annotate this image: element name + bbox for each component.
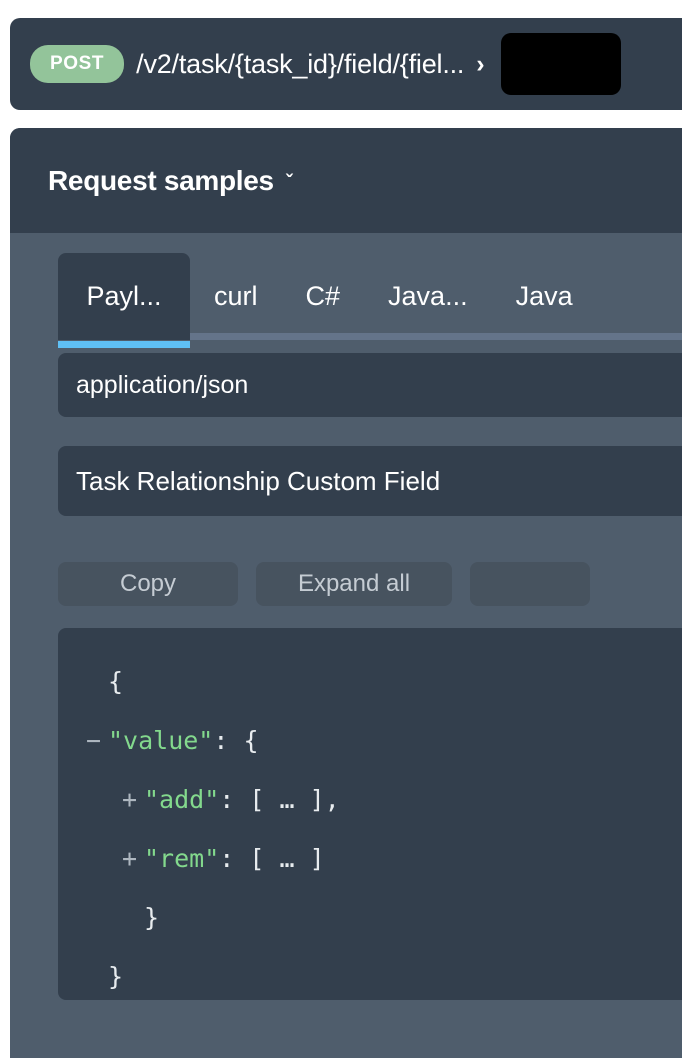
content-type-value: application/json [76, 370, 249, 399]
tab-label: Java... [388, 281, 468, 311]
tab-java[interactable]: Java [492, 253, 597, 340]
code-text: } [144, 903, 160, 932]
chevron-right-icon[interactable]: › [476, 50, 484, 79]
expand-marker[interactable]: + [122, 770, 144, 829]
collapse-marker[interactable]: − [86, 711, 108, 770]
tab-label: curl [214, 281, 258, 311]
request-samples-header[interactable]: Request samples ˇ [10, 128, 682, 233]
tab-javascript[interactable]: Java... [364, 253, 492, 340]
code-line: } [58, 888, 682, 947]
code-line: + "add": [ … ], [58, 770, 682, 829]
schema-title-value: Task Relationship Custom Field [76, 465, 441, 496]
tab-label: Java [515, 281, 573, 311]
code-line: − "value": { [58, 711, 682, 770]
code-line: } [58, 947, 682, 1000]
tab-label: C# [305, 281, 341, 311]
tab-label: Payl... [86, 281, 162, 311]
language-tabs: Payl... curl C# Java... Java [58, 253, 597, 348]
content-type-selector[interactable]: application/json [58, 353, 682, 417]
language-tabs-container: Payl... curl C# Java... Java [10, 253, 682, 348]
code-line: { [58, 652, 682, 711]
code-line: + "rem": [ … ] [58, 829, 682, 888]
collapse-all-button[interactable] [470, 562, 590, 606]
tab-curl[interactable]: curl [190, 253, 282, 340]
expand-marker[interactable]: + [122, 829, 144, 888]
copy-button[interactable]: Copy [58, 562, 238, 606]
request-samples-panel: Request samples ˇ Payl... curl C# Java..… [10, 128, 682, 1058]
code-key: "add" [144, 785, 220, 814]
endpoint-path: /v2/task/{task_id}/field/{fiel... [136, 48, 465, 79]
code-text: : [ … ] [219, 844, 325, 873]
tab-csharp[interactable]: C# [282, 253, 365, 340]
code-key: "rem" [144, 844, 220, 873]
code-key: "value" [108, 726, 214, 755]
json-code-block[interactable]: { − "value": { + "add": [ … ], + "rem": [ …… [58, 628, 682, 1000]
tab-payload[interactable]: Payl... [58, 253, 190, 348]
code-text: } [108, 962, 124, 991]
expand-all-button[interactable]: Expand all [256, 562, 452, 606]
code-text: { [108, 667, 124, 696]
request-samples-title: Request samples [48, 164, 274, 196]
code-actions-toolbar: Copy Expand all [58, 562, 682, 606]
http-method-badge: POST [30, 45, 125, 83]
chevron-down-icon[interactable]: ˇ [286, 173, 293, 193]
code-text: : { [213, 726, 259, 755]
code-text: : [ … ], [219, 785, 340, 814]
try-it-button[interactable] [500, 33, 621, 95]
schema-title-bar[interactable]: Task Relationship Custom Field [58, 446, 682, 516]
endpoint-header-panel: POST /v2/task/{task_id}/field/{fiel... › [10, 18, 682, 110]
